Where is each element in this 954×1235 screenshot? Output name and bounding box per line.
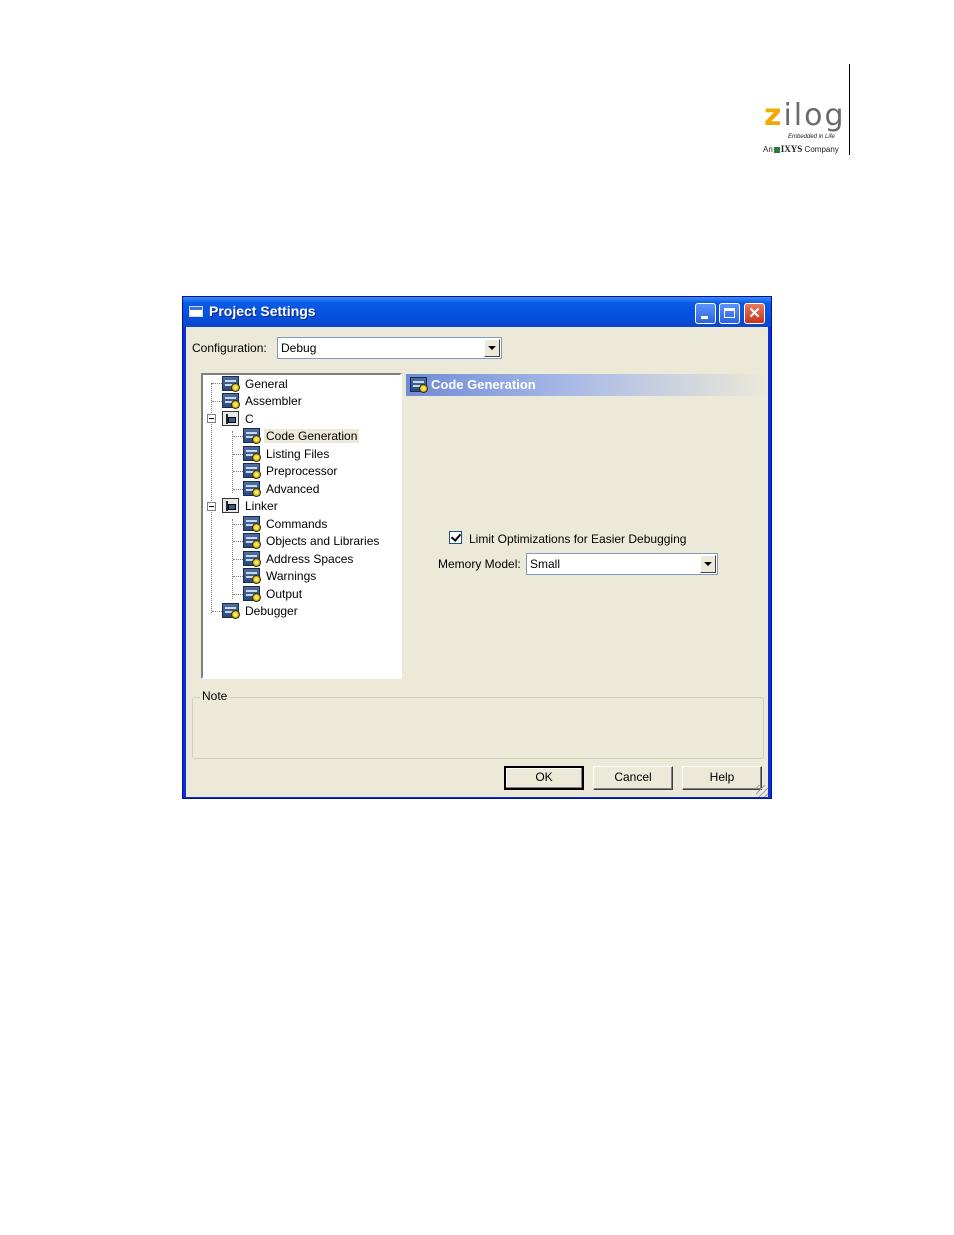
close-button[interactable]: ✕ xyxy=(744,303,765,324)
dropdown-arrow-icon[interactable] xyxy=(700,555,716,573)
project-settings-window: Project Settings ✕ Configuration: Debug xyxy=(182,296,772,799)
settings-page-icon xyxy=(243,586,261,602)
memory-model-label: Memory Model: xyxy=(438,557,521,571)
tree-connector xyxy=(233,541,243,542)
logo-wordmark: zilog xyxy=(764,98,846,133)
panel-header: Code Generation xyxy=(406,374,768,396)
collapse-linker-icon[interactable] xyxy=(207,502,216,511)
tree-connector xyxy=(212,611,222,612)
note-label: Note xyxy=(200,689,230,703)
folder-icon xyxy=(222,498,239,513)
tree-connector xyxy=(233,489,243,490)
maximize-icon xyxy=(724,308,735,318)
configuration-label: Configuration: xyxy=(192,341,267,355)
help-button[interactable]: Help xyxy=(682,766,762,790)
tree-connector xyxy=(233,576,243,577)
minimize-button[interactable] xyxy=(695,303,716,324)
settings-page-icon xyxy=(243,533,261,549)
settings-page-icon xyxy=(410,377,428,393)
ok-button[interactable]: OK xyxy=(504,766,584,790)
tree-connector xyxy=(212,383,222,384)
note-groupbox xyxy=(192,697,764,759)
maximize-button[interactable] xyxy=(719,303,740,324)
tree-connector xyxy=(233,471,243,472)
dropdown-arrow-icon[interactable] xyxy=(484,339,500,357)
tree-connector xyxy=(233,436,243,437)
title-bar[interactable]: Project Settings ✕ xyxy=(183,297,771,327)
logo-company: An IXYS Company xyxy=(763,144,839,154)
close-icon: ✕ xyxy=(748,305,761,322)
settings-tree[interactable]: General Assembler C Code Generation List… xyxy=(201,373,402,679)
logo-tagline: Embedded in Life xyxy=(788,134,835,140)
tree-connector xyxy=(232,431,233,493)
memory-model-value: Small xyxy=(530,557,561,571)
settings-page-icon xyxy=(243,516,261,532)
settings-page-icon xyxy=(243,481,261,497)
tree-connector xyxy=(212,401,222,402)
panel-title: Code Generation xyxy=(431,377,536,392)
limit-optimizations-checkbox[interactable] xyxy=(449,531,462,544)
cancel-button[interactable]: Cancel xyxy=(593,766,673,790)
memory-model-dropdown[interactable]: Small xyxy=(526,553,718,575)
tree-connector xyxy=(233,524,243,525)
configuration-dropdown[interactable]: Debug xyxy=(277,337,502,359)
settings-page-icon xyxy=(243,551,261,567)
minimize-icon xyxy=(701,316,708,319)
window-title: Project Settings xyxy=(209,303,316,319)
settings-page-icon xyxy=(243,463,261,479)
configuration-value: Debug xyxy=(281,341,317,355)
tree-connector xyxy=(233,454,243,455)
resize-grip-icon[interactable] xyxy=(756,785,768,797)
limit-optimizations-label[interactable]: Limit Optimizations for Easier Debugging xyxy=(469,532,686,546)
settings-page-icon xyxy=(243,446,261,462)
zilog-logo: zilog Embedded in Life An IXYS Company xyxy=(760,100,850,160)
settings-page-icon xyxy=(222,603,240,619)
settings-page-icon xyxy=(222,393,240,409)
folder-icon xyxy=(222,411,239,426)
dialog-body: Configuration: Debug General Assembler C… xyxy=(186,327,768,797)
tree-connector xyxy=(233,559,243,560)
settings-page-icon xyxy=(222,376,240,392)
tree-connector xyxy=(233,594,243,595)
settings-page-icon xyxy=(243,428,261,444)
window-icon xyxy=(189,306,203,317)
collapse-c-icon[interactable] xyxy=(207,414,216,423)
settings-page-icon xyxy=(243,568,261,584)
